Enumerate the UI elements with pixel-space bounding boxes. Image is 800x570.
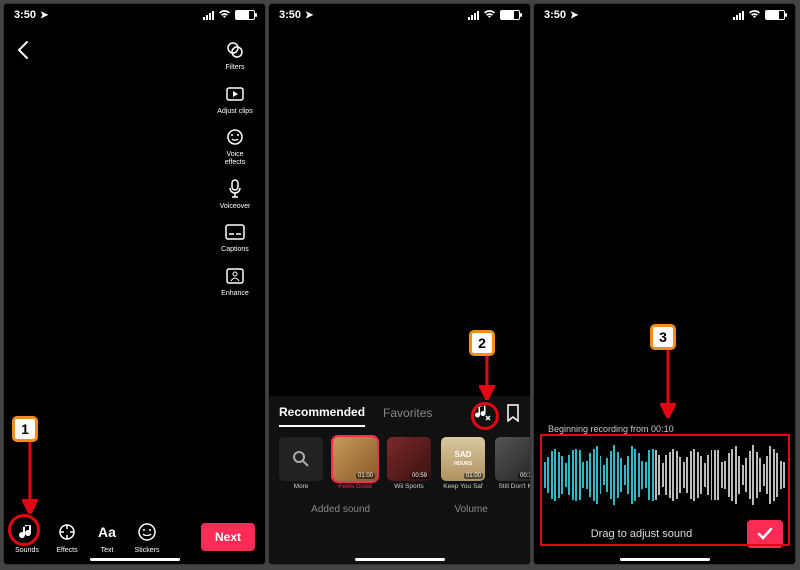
sound-duration: 00:30 (518, 473, 530, 479)
bb-label: Sounds (15, 547, 39, 554)
stickers-button[interactable]: Stickers (134, 519, 160, 554)
sound-thumbnail: 00:59 (387, 437, 431, 481)
sound-duration: 00:59 (410, 473, 429, 479)
location-icon: ➤ (305, 10, 313, 21)
status-time: 3:50 (544, 9, 566, 21)
callout-badge-1: 1 (12, 416, 38, 442)
callout-circle-2 (471, 402, 499, 430)
wifi-icon (748, 9, 761, 22)
sound-label: Keep You Saf (443, 483, 482, 490)
filters-icon (223, 38, 247, 62)
tool-voice-effects[interactable]: Voice effects (223, 125, 247, 166)
status-bar: 3:50 ➤ (534, 4, 795, 26)
location-icon: ➤ (570, 10, 578, 21)
captions-icon (223, 220, 247, 244)
voiceover-icon (223, 177, 247, 201)
status-bar: 3:50 ➤ (269, 4, 530, 26)
location-icon: ➤ (40, 10, 48, 21)
sound-duration: 01:00 (464, 473, 483, 479)
enhance-icon (223, 264, 247, 288)
effects-button[interactable]: Effects (54, 519, 80, 554)
battery-icon (235, 10, 255, 20)
signal-icon (733, 11, 744, 20)
bottom-toolbar: Sounds Effects Aa Text Stickers Next (4, 519, 265, 554)
sound-thumbnail: 00:30 (495, 437, 530, 481)
callout-rect-3 (540, 434, 790, 546)
status-bar: 3:50 ➤ (4, 4, 265, 26)
wifi-icon (483, 9, 496, 22)
sound-label: More (294, 483, 309, 490)
tool-voiceover[interactable]: Voiceover (220, 177, 251, 211)
next-button[interactable]: Next (201, 523, 255, 551)
signal-icon (468, 11, 479, 20)
back-button[interactable] (16, 40, 30, 66)
sound-thumbnail: 01:00 (333, 437, 377, 481)
callout-badge-3: 3 (650, 324, 676, 350)
bookmark-icon[interactable] (506, 404, 520, 427)
battery-icon (765, 10, 785, 20)
text-icon: Aa (94, 519, 120, 545)
sound-duration: 01:00 (356, 473, 375, 479)
sound-search[interactable]: More (277, 437, 325, 490)
sound-label: Wii Sports (394, 483, 424, 490)
wifi-icon (218, 9, 231, 22)
effects-icon (54, 519, 80, 545)
added-sound-tab[interactable]: Added sound (311, 504, 370, 515)
callout-arrow-1 (22, 442, 38, 514)
tool-enhance[interactable]: Enhance (221, 264, 249, 298)
phone-screen-3: 3:50 ➤ Beginning recording from 00:10 Dr… (533, 3, 796, 565)
tab-recommended[interactable]: Recommended (279, 405, 365, 427)
tool-label: Adjust clips (217, 108, 252, 116)
status-time: 3:50 (14, 9, 36, 21)
bb-label: Stickers (135, 547, 160, 554)
sound-label: Feels Good (338, 483, 372, 490)
callout-arrow-3 (660, 350, 676, 418)
sound-thumbnail: SADHOURS01:00 (441, 437, 485, 481)
home-indicator[interactable] (620, 558, 710, 561)
tool-label: Captions (221, 246, 249, 254)
signal-icon (203, 11, 214, 20)
tab-favorites[interactable]: Favorites (383, 406, 432, 426)
sound-item[interactable]: 00:30 Still Don't Kn (493, 437, 530, 490)
callout-badge-2: 2 (469, 330, 495, 356)
home-indicator[interactable] (355, 558, 445, 561)
bb-label: Effects (56, 547, 77, 554)
callout-arrow-2 (479, 356, 495, 400)
tool-label: Voice effects (225, 151, 246, 166)
tool-filters[interactable]: Filters (223, 38, 247, 72)
drawer-footer: Added sound Volume (269, 494, 530, 529)
battery-icon (500, 10, 520, 20)
home-indicator[interactable] (90, 558, 180, 561)
tool-label: Filters (225, 64, 244, 72)
adjust-clips-icon (223, 82, 247, 106)
text-button[interactable]: Aa Text (94, 519, 120, 554)
sound-item[interactable]: SADHOURS01:00 Keep You Saf (439, 437, 487, 490)
search-icon (279, 437, 323, 481)
callout-circle-1 (8, 514, 40, 546)
status-time: 3:50 (279, 9, 301, 21)
bb-label: Text (101, 547, 114, 554)
tool-label: Enhance (221, 290, 249, 298)
sound-item[interactable]: 01:00 Feels Good (331, 437, 379, 490)
sound-item[interactable]: 00:59 Wii Sports (385, 437, 433, 490)
phone-screen-2: 3:50 ➤ Recommended Favorites More 01:00 (268, 3, 531, 565)
tool-captions[interactable]: Captions (221, 220, 249, 254)
voice-effects-icon (223, 125, 247, 149)
tool-adjust-clips[interactable]: Adjust clips (217, 82, 252, 116)
sound-label: Still Don't Kn (498, 483, 530, 490)
stickers-icon (134, 519, 160, 545)
sounds-list: More 01:00 Feels Good 00:59 Wii Sports S… (269, 433, 530, 494)
tool-label: Voiceover (220, 203, 251, 211)
right-toolbar: Filters Adjust clips Voice effects Voice… (211, 38, 259, 298)
phone-screen-1: 3:50 ➤ Filters Adjust clips Voice effect… (3, 3, 266, 565)
volume-tab[interactable]: Volume (454, 504, 487, 515)
